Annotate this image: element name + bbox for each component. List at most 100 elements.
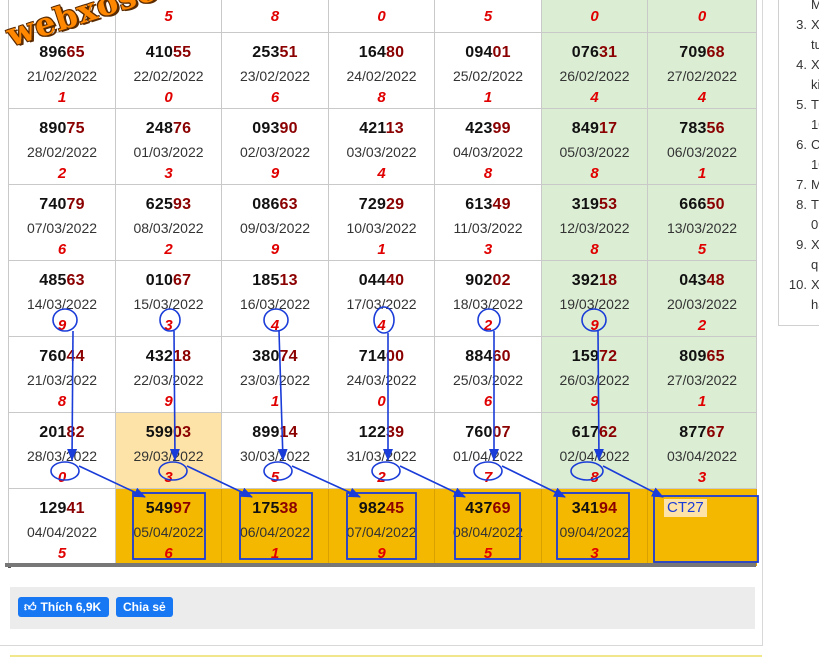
- number-tail: 45: [386, 500, 405, 517]
- number-head: 877: [679, 424, 707, 441]
- result-number: 87767: [648, 423, 756, 443]
- number-tail: 49: [492, 196, 511, 213]
- result-date: 15/03/2022: [133, 296, 204, 312]
- result-date: 23/03/2022: [239, 372, 311, 388]
- result-date: 26/03/2022: [559, 372, 630, 388]
- sidebar-item-number: 7.: [796, 177, 807, 192]
- sidebar-item-text: Th: [811, 97, 819, 112]
- number-tail: 93: [173, 196, 192, 213]
- result-number: 88460: [435, 347, 541, 367]
- result-number: 70968: [648, 43, 756, 63]
- digit-sum: 5: [697, 241, 707, 258]
- sidebar-list-item[interactable]: 7. M: [779, 175, 819, 195]
- number-head: 729: [358, 196, 387, 213]
- digit-sum: 5: [57, 545, 67, 562]
- facebook-share-button[interactable]: Chia sẻ: [116, 597, 173, 617]
- sidebar-list-item[interactable]: ki: [779, 75, 819, 95]
- sidebar-item-text: ha: [811, 297, 819, 312]
- result-cell: 12941 04/04/2022 5: [8, 488, 116, 566]
- number-tail: 97: [173, 500, 192, 517]
- result-cell: 09390 02/03/2022 9: [221, 108, 329, 185]
- number-tail: 18: [599, 272, 618, 289]
- number-head: 129: [39, 500, 67, 517]
- number-tail: 65: [706, 348, 725, 365]
- result-cell: 24876 01/03/2022 3: [115, 108, 222, 185]
- number-tail: 72: [599, 348, 618, 365]
- sidebar-item-text: 10: [811, 117, 819, 132]
- result-cell: 48563 14/03/2022 9: [8, 260, 116, 337]
- thumbs-up-icon: 👍︎: [24, 600, 37, 614]
- sidebar-list-item[interactable]: 5. Th: [779, 95, 819, 115]
- sidebar-list-item[interactable]: 10: [779, 115, 819, 135]
- result-date: 02/03/2022: [239, 144, 311, 160]
- sidebar-list-item[interactable]: 9. Xs: [779, 235, 819, 255]
- result-cell: 59903 29/03/2022 3: [115, 412, 222, 489]
- result-date: 24/02/2022: [346, 68, 417, 84]
- facebook-like-button[interactable]: 👍︎ Thích 6,9K: [18, 597, 110, 617]
- table-row: 20182 28/03/2022 0 59903 29/03/2022 3 89914 30/…: [8, 412, 757, 489]
- result-cell: 04440 17/03/2022 4: [328, 260, 435, 337]
- result-cell: 16480 24/02/2022 8: [328, 32, 435, 109]
- number-head: 432: [145, 348, 174, 365]
- number-head: 043: [679, 272, 707, 289]
- number-tail: 38: [279, 500, 298, 517]
- sidebar-item-text: Xs: [811, 277, 819, 292]
- number-head: 201: [39, 424, 67, 441]
- sidebar-list-item[interactable]: M: [779, 0, 819, 15]
- digit-sum: 8: [483, 165, 493, 182]
- number-head: 122: [358, 424, 387, 441]
- number-head: 714: [358, 348, 387, 365]
- result-number: 89665: [9, 43, 115, 63]
- result-cell: 0: [541, 0, 648, 33]
- footer-divider: [10, 655, 762, 657]
- number-tail: 41: [66, 500, 85, 517]
- result-number: 39218: [542, 271, 647, 291]
- result-date: 25/03/2022: [452, 372, 524, 388]
- result-number: 31953: [542, 195, 647, 215]
- result-cell: 72929 10/03/2022 1: [328, 184, 435, 261]
- digit-sum: 6: [57, 241, 67, 258]
- sidebar-list-item[interactable]: 4. Xs: [779, 55, 819, 75]
- result-number: 24876: [116, 119, 221, 139]
- sidebar-item-text: M: [811, 0, 819, 12]
- number-tail: 76: [173, 120, 192, 137]
- sidebar-item-text: Xs: [811, 57, 819, 72]
- digit-sum: 3: [483, 241, 493, 258]
- result-cell: 38074 23/03/2022 1: [221, 336, 329, 413]
- result-date: 23/02/2022: [239, 68, 311, 84]
- sidebar-item-number: 10.: [788, 277, 807, 292]
- digit-sum: 2: [483, 317, 493, 334]
- sidebar-list-item[interactable]: 10: [779, 155, 819, 175]
- sidebar-list-item[interactable]: qu: [779, 255, 819, 275]
- table-row: 76044 21/03/2022 8 43218 22/03/2022 9 38074 23/…: [8, 336, 757, 413]
- number-tail: 56: [706, 120, 725, 137]
- result-date: 17/03/2022: [346, 296, 417, 312]
- digit-sum: 1: [697, 393, 707, 410]
- sidebar-list-item[interactable]: 3. Xs: [779, 15, 819, 35]
- digit-sum: 1: [270, 393, 280, 410]
- result-date: 22/03/2022: [133, 372, 204, 388]
- result-date: 21/02/2022: [26, 68, 98, 84]
- digit-sum: 8: [57, 393, 67, 410]
- table-row: 89075 28/02/2022 2 24876 01/03/2022 3 09390 02/…: [8, 108, 757, 185]
- sidebar-list-item[interactable]: 8. Th: [779, 195, 819, 215]
- result-cell: 42113 03/03/2022 4: [328, 108, 435, 185]
- number-tail: 65: [66, 44, 85, 61]
- digit-sum: 9: [57, 317, 67, 334]
- result-cell: 76044 21/03/2022 8: [8, 336, 116, 413]
- digit-sum: 7: [483, 469, 493, 486]
- sidebar-list-item[interactable]: 10. Xs: [779, 275, 819, 295]
- sidebar-list-item[interactable]: tu: [779, 35, 819, 55]
- sidebar-list-item[interactable]: 09: [779, 215, 819, 235]
- result-number: 76044: [9, 347, 115, 367]
- digit-sum: 1: [377, 241, 386, 258]
- sidebar-item-text: qu: [811, 257, 819, 272]
- sidebar-list-item[interactable]: 6. C: [779, 135, 819, 155]
- number-head: 613: [465, 196, 493, 213]
- result-number: 89914: [222, 423, 328, 443]
- sidebar-item-text: 10: [811, 157, 819, 172]
- result-number: 04348: [648, 271, 756, 291]
- sidebar-list-item[interactable]: ha: [779, 295, 819, 315]
- number-tail: 63: [279, 196, 298, 213]
- number-head: 076: [571, 44, 600, 61]
